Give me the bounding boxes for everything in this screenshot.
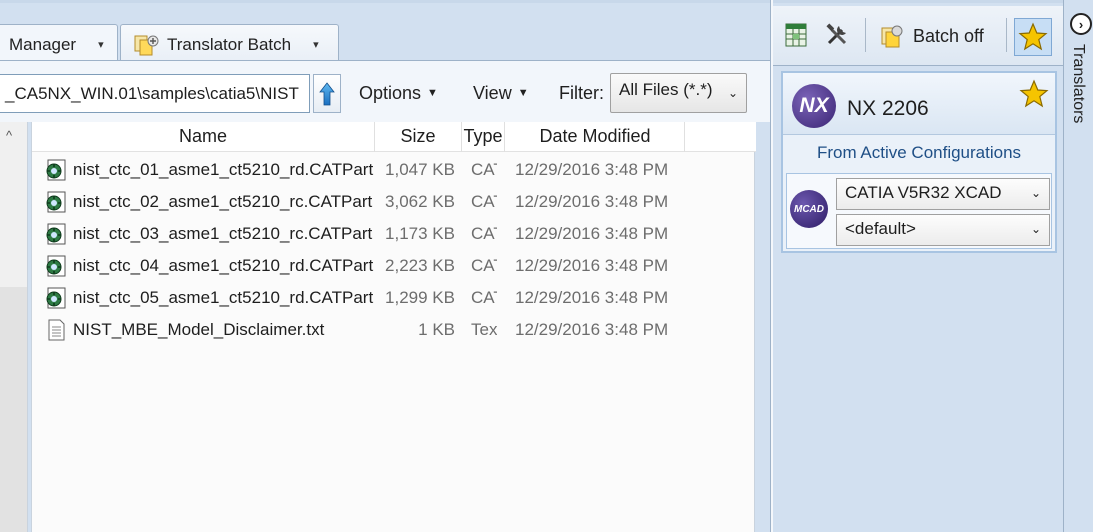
file-row[interactable]: nist_ctc_02_asme1_ct5210_rc.CATPart 3,06… [32, 186, 756, 218]
folder-tree-scrollbar[interactable]: ^ [0, 122, 28, 532]
caret-down-icon: ▼ [517, 87, 529, 99]
translator-panel: Batch off NX NX 2206 From Active Configu… [773, 0, 1063, 532]
navigation-bar: _CA5NX_WIN.01\samples\catia5\NIST Option… [0, 60, 770, 122]
filter-value: All Files (*.*) [619, 80, 713, 99]
tab-translator-batch[interactable]: Translator Batch ▾ [120, 24, 339, 64]
translator-config-card: NX NX 2206 From Active Configurations MC… [781, 71, 1057, 253]
caret-down-icon: ▼ [427, 87, 438, 99]
file-name: nist_ctc_03_asme1_ct5210_rc.CATPart [73, 224, 373, 243]
chevron-down-icon: ⌄ [727, 86, 738, 100]
file-row[interactable]: nist_ctc_05_asme1_ct5210_rd.CATPart 1,29… [32, 282, 756, 314]
toolbar-separator [865, 18, 866, 52]
up-folder-button[interactable] [313, 74, 341, 113]
file-type: CAT [471, 224, 497, 243]
file-name: nist_ctc_04_asme1_ct5210_rd.CATPart [73, 256, 374, 275]
options-label: Options [359, 82, 422, 103]
mcad-config-box: MCAD CATIA V5R32 XCAD ⌄ <default> ⌄ [786, 173, 1052, 249]
tools-icon[interactable] [824, 22, 850, 48]
file-size: 2,223 KB [385, 256, 455, 275]
catpart-icon [44, 190, 68, 214]
catpart-icon [44, 286, 68, 310]
mcad-logo: MCAD [790, 190, 828, 228]
star-icon[interactable] [1019, 79, 1049, 114]
file-list: Name Size Type Date Modified nist_ctc_01… [31, 122, 756, 532]
file-date: 12/29/2016 3:48 PM [515, 256, 669, 275]
toolbar-separator [1006, 18, 1007, 52]
file-size: 1,047 KB [385, 160, 455, 179]
favorite-toggle-button[interactable] [1014, 18, 1052, 56]
file-date: 12/29/2016 3:48 PM [515, 320, 669, 339]
column-divider[interactable] [684, 122, 685, 152]
tab-strip: Manager ▾ Translator Batch ▾ [0, 0, 770, 64]
text-file-icon [44, 318, 68, 342]
cad-version-value: CATIA V5R32 XCAD [845, 183, 1002, 202]
chevron-up-icon[interactable]: ^ [6, 128, 12, 143]
file-name: nist_ctc_02_asme1_ct5210_rc.CATPart [73, 192, 373, 211]
column-header-size[interactable]: Size [375, 126, 461, 150]
column-header-date-modified[interactable]: Date Modified [505, 126, 685, 150]
file-row[interactable]: nist_ctc_01_asme1_ct5210_rd.CATPart 1,04… [32, 154, 756, 186]
catpart-icon [44, 158, 68, 182]
file-date: 12/29/2016 3:48 PM [515, 160, 669, 179]
file-row[interactable]: nist_ctc_04_asme1_ct5210_rd.CATPart 2,22… [32, 250, 756, 282]
file-row[interactable]: NIST_MBE_Model_Disclaimer.txt 1 KB Tex 1… [32, 314, 756, 346]
configuration-dropdown[interactable]: <default> ⌄ [836, 214, 1050, 246]
column-header-type[interactable]: Type [462, 126, 504, 150]
file-type: Tex [471, 320, 497, 339]
file-size: 1,299 KB [385, 288, 455, 307]
cad-version-dropdown[interactable]: CATIA V5R32 XCAD ⌄ [836, 178, 1050, 210]
view-menu-button[interactable]: View ▼ [473, 77, 529, 109]
catpart-icon [44, 254, 68, 278]
chevron-right-icon[interactable]: › [1070, 13, 1092, 35]
options-menu-button[interactable]: Options ▼ [359, 77, 438, 109]
translators-side-tab[interactable]: › Translators [1063, 0, 1093, 532]
file-type: CAT [471, 256, 497, 275]
file-size: 3,062 KB [385, 192, 455, 211]
arrow-up-icon [319, 81, 335, 105]
column-header-name[interactable]: Name [32, 126, 374, 150]
nx-logo: NX [792, 84, 836, 128]
file-type: CAT [471, 160, 497, 179]
catpart-icon [44, 222, 68, 246]
file-row[interactable]: nist_ctc_03_asme1_ct5210_rc.CATPart 1,17… [32, 218, 756, 250]
nx-version-title: NX 2206 [847, 97, 929, 120]
file-type: CAT [471, 288, 497, 307]
file-date: 12/29/2016 3:48 PM [515, 192, 669, 211]
file-name: nist_ctc_05_asme1_ct5210_rd.CATPart [73, 288, 374, 307]
chevron-down-icon: ⌄ [1030, 186, 1041, 200]
chevron-down-icon[interactable]: ▾ [313, 38, 319, 51]
configuration-value: <default> [845, 219, 916, 238]
view-label: View [473, 82, 512, 103]
translator-batch-icon [133, 33, 159, 57]
translator-toolbar: Batch off [773, 6, 1063, 66]
from-active-configurations-label: From Active Configurations [816, 143, 1022, 162]
nx-header: NX NX 2206 [783, 73, 1055, 135]
tab-label: Manager [9, 34, 77, 54]
file-size: 1,173 KB [385, 224, 455, 243]
path-text: _CA5NX_WIN.01\samples\catia5\NIST [5, 83, 299, 103]
file-date: 12/29/2016 3:48 PM [515, 224, 669, 243]
file-size: 1 KB [418, 320, 455, 339]
file-type: CAT [471, 192, 497, 211]
translators-label: Translators [1070, 44, 1087, 124]
batch-icon [881, 25, 903, 48]
file-name: NIST_MBE_Model_Disclaimer.txt [73, 320, 325, 339]
scroll-track [0, 287, 27, 532]
filter-label: Filter: [559, 82, 604, 103]
batch-off-button[interactable]: Batch off [879, 22, 984, 50]
chevron-down-icon: ⌄ [1030, 222, 1041, 236]
spreadsheet-icon[interactable] [784, 22, 810, 48]
filter-dropdown[interactable]: All Files (*.*) ⌄ [610, 73, 747, 113]
path-input[interactable]: _CA5NX_WIN.01\samples\catia5\NIST [0, 74, 310, 113]
file-list-header: Name Size Type Date Modified [32, 122, 756, 152]
chevron-down-icon[interactable]: ▾ [98, 38, 104, 51]
file-date: 12/29/2016 3:48 PM [515, 288, 669, 307]
tab-manager[interactable]: Manager ▾ [0, 24, 118, 64]
batch-off-label: Batch off [913, 25, 984, 46]
tab-label: Translator Batch [167, 34, 292, 54]
star-icon [1018, 22, 1048, 51]
file-name: nist_ctc_01_asme1_ct5210_rd.CATPart [73, 160, 374, 179]
